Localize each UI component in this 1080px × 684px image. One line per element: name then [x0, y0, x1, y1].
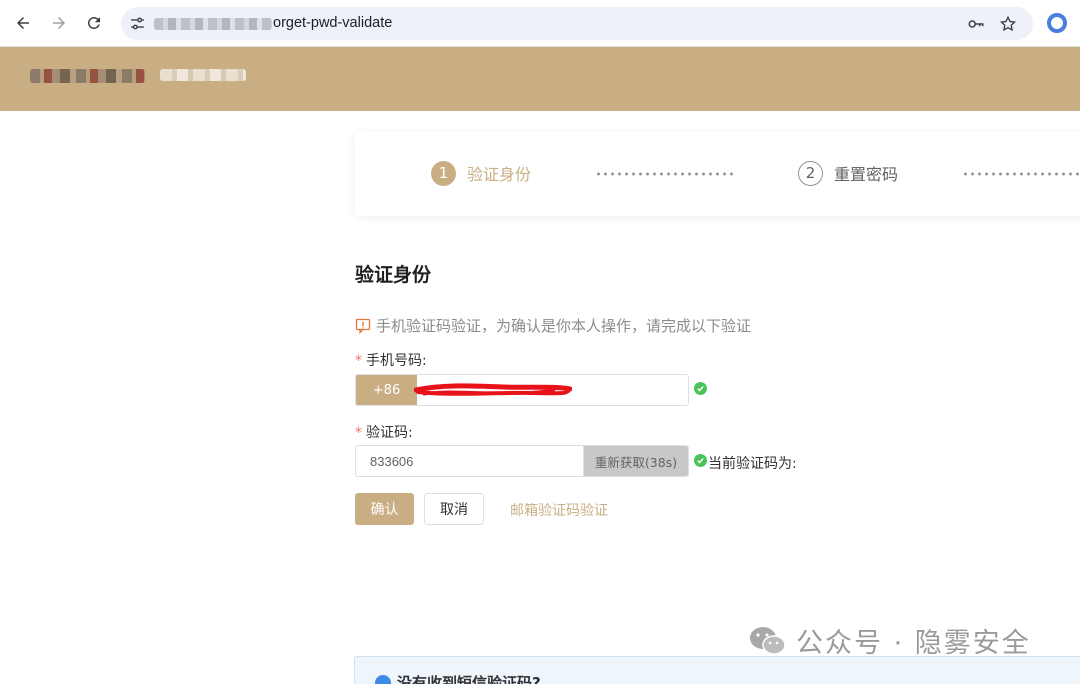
verification-notice: 手机验证码验证，为确认是你本人操作，请完成以下验证	[355, 315, 751, 336]
notice-icon	[355, 318, 371, 334]
watermark-text: 公众号 · 隐雾安全	[796, 628, 1031, 659]
site-header	[0, 47, 1080, 111]
verification-code-input[interactable]	[356, 446, 583, 476]
no-sms-help-title: 没有收到短信验证码?	[397, 674, 541, 684]
code-valid-icon	[694, 454, 707, 467]
browser-toolbar: orget-pwd-validate	[0, 0, 1080, 47]
reload-button[interactable]	[83, 12, 105, 34]
forward-button[interactable]	[48, 12, 70, 34]
step-label: 重置密码	[834, 165, 899, 184]
star-icon[interactable]	[999, 15, 1017, 33]
code-field: 重新获取(38s)	[355, 445, 689, 477]
current-code-label: 当前验证码为:	[708, 456, 797, 472]
step-reset-password: 2 重置密码	[798, 159, 898, 187]
required-mark: *	[355, 353, 362, 369]
reload-icon	[87, 16, 100, 29]
notice-text: 手机验证码验证，为确认是你本人操作，请完成以下验证	[376, 317, 752, 335]
step-number: 2	[798, 160, 823, 186]
code-label-text: 验证码:	[366, 425, 413, 441]
phone-input[interactable]	[417, 375, 688, 405]
confirm-button[interactable]: 确认	[355, 493, 414, 525]
info-icon	[375, 675, 391, 684]
step-connector	[962, 172, 1080, 176]
no-sms-help-box: 没有收到短信验证码?	[354, 656, 1080, 684]
site-settings-icon[interactable]	[129, 15, 146, 32]
arrow-right-icon	[53, 17, 65, 29]
page-title: 验证身份	[355, 264, 432, 286]
key-icon[interactable]	[967, 15, 985, 33]
cancel-button[interactable]: 取消	[424, 493, 484, 525]
steps-progress: 1 验证身份 2 重置密码	[355, 131, 1080, 216]
step-connector	[595, 172, 735, 176]
redacted-site-name	[160, 69, 246, 81]
resend-code-button[interactable]: 重新获取(38s)	[583, 446, 688, 476]
email-verify-link[interactable]: 邮箱验证码验证	[510, 500, 608, 520]
wechat-icon	[750, 626, 786, 655]
country-code-prefix: +86	[356, 375, 417, 405]
step-label: 验证身份	[467, 165, 532, 184]
phone-label-text: 手机号码:	[366, 353, 427, 369]
arrow-left-icon	[17, 17, 29, 29]
step-number: 1	[431, 160, 456, 186]
address-bar[interactable]: orget-pwd-validate	[121, 7, 1033, 40]
redacted-logo	[30, 69, 145, 83]
url-text: orget-pwd-validate	[273, 15, 393, 31]
required-mark: *	[355, 425, 362, 441]
profile-avatar[interactable]	[1047, 13, 1067, 33]
back-button[interactable]	[12, 12, 34, 34]
phone-label: * 手机号码:	[355, 350, 427, 370]
step-verify-identity: 1 验证身份	[431, 159, 531, 187]
phone-valid-icon	[694, 382, 707, 395]
watermark: 公众号 · 隐雾安全	[748, 621, 1031, 660]
code-label: * 验证码:	[355, 422, 413, 442]
redacted-url-prefix	[154, 18, 272, 30]
phone-field: +86	[355, 374, 689, 406]
